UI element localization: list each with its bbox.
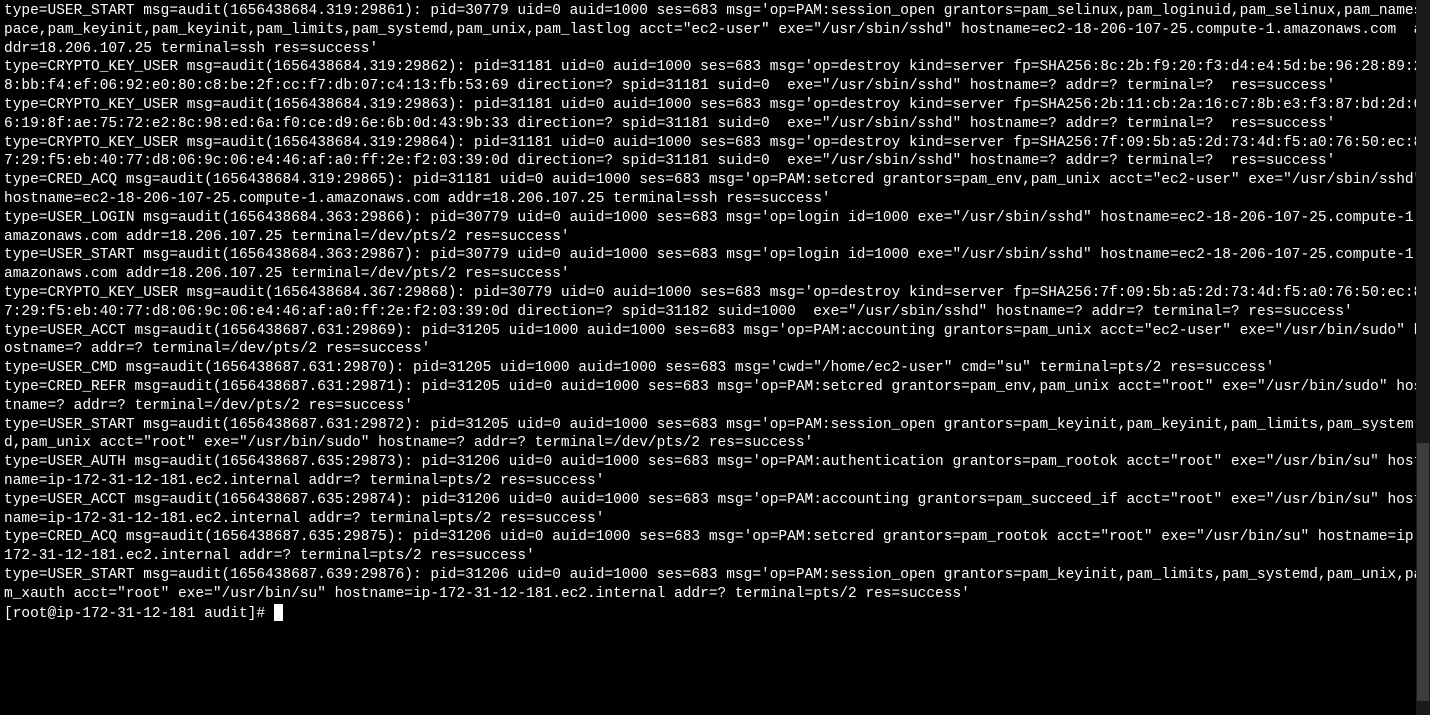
scrollbar-thumb[interactable]	[1417, 443, 1429, 700]
cursor	[274, 604, 283, 621]
terminal-output[interactable]: type=USER_START msg=audit(1656438684.319…	[0, 0, 1430, 715]
scrollbar-track[interactable]	[1416, 0, 1430, 715]
audit-log-lines: type=USER_START msg=audit(1656438684.319…	[4, 3, 1430, 602]
shell-prompt: [root@ip-172-31-12-181 audit]#	[4, 606, 274, 622]
